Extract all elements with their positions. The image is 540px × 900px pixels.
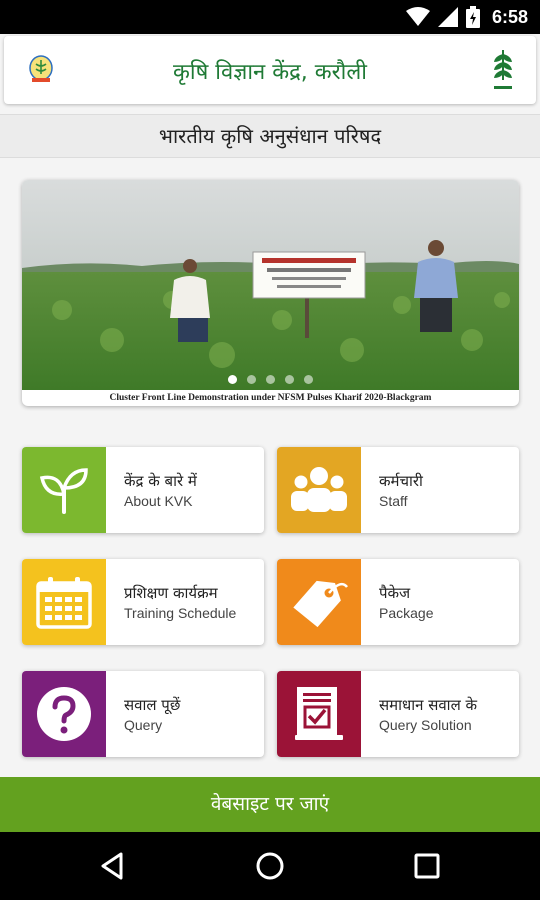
carousel-dot[interactable] — [304, 375, 313, 384]
tile-text: कर्मचारी Staff — [379, 471, 423, 511]
navigation-bar — [0, 832, 540, 900]
tile-label-hindi: केंद्र के बारे में — [124, 472, 197, 490]
subheader: भारतीय कृषि अनुसंधान परिषद — [0, 114, 540, 158]
tile-icon-box — [22, 447, 106, 533]
menu-tile-staff[interactable]: कर्मचारी Staff — [277, 447, 519, 533]
back-icon[interactable] — [97, 850, 129, 882]
tile-icon-box — [277, 559, 361, 645]
app-title: कृषि विज्ञान केंद्र, करौली — [172, 60, 367, 85]
wifi-icon — [405, 7, 430, 26]
home-icon[interactable] — [254, 850, 286, 882]
tile-text: केंद्र के बारे में About KVK — [124, 471, 197, 511]
carousel-dot[interactable] — [266, 375, 275, 384]
calendar-icon — [36, 577, 92, 629]
tag-icon — [293, 580, 348, 628]
tile-label-hindi: पैकेज — [379, 584, 411, 602]
carousel-dot[interactable] — [247, 375, 256, 384]
status-bar: 6:58 — [0, 0, 540, 34]
tile-text: प्रशिक्षण कार्यक्रम Training Schedule — [124, 583, 236, 623]
icar-logo-icon — [486, 46, 520, 89]
sprout-icon — [39, 468, 88, 514]
carousel-dot[interactable] — [228, 375, 237, 384]
carousel-indicator — [22, 375, 519, 384]
menu-tile-training-schedule[interactable]: प्रशिक्षण कार्यक्रम Training Schedule — [22, 559, 264, 645]
document-check-icon — [295, 687, 343, 740]
people-icon — [291, 467, 347, 512]
tile-icon-box — [277, 671, 361, 757]
signal-icon — [437, 7, 458, 27]
carousel-photo — [22, 180, 519, 390]
visit-website-button[interactable]: वेबसाइट पर जाएं — [0, 777, 540, 832]
image-carousel[interactable]: Cluster Front Line Demonstration under N… — [22, 180, 519, 406]
tile-text: पैकेज Package — [379, 583, 433, 623]
tile-label-english: Query — [124, 717, 163, 733]
status-icons: 6:58 — [405, 6, 528, 28]
tile-icon-box — [22, 559, 106, 645]
tile-label-hindi: सवाल पूछें — [124, 696, 181, 714]
tile-label-english: Package — [379, 605, 434, 621]
tile-label-english: Query Solution — [379, 717, 472, 733]
tile-label-english: About KVK — [124, 493, 193, 509]
tile-label-hindi: प्रशिक्षण कार्यक्रम — [124, 584, 218, 602]
tile-label-english: Training Schedule — [124, 605, 237, 621]
tile-text: सवाल पूछें Query — [124, 695, 180, 735]
menu-tile-query-solution[interactable]: समाधान सवाल के Query Solution — [277, 671, 519, 757]
subheader-title: भारतीय कृषि अनुसंधान परिषद — [158, 124, 382, 148]
menu-tile-package[interactable]: पैकेज Package — [277, 559, 519, 645]
recents-icon[interactable] — [411, 850, 443, 882]
tile-text: समाधान सवाल के Query Solution — [379, 695, 477, 735]
carousel-caption: Cluster Front Line Demonstration under N… — [109, 393, 432, 403]
status-time: 6:58 — [491, 6, 528, 27]
app-header: कृषि विज्ञान केंद्र, करौली — [4, 36, 536, 104]
kvk-logo-icon — [29, 55, 53, 82]
carousel-dot[interactable] — [285, 375, 294, 384]
menu-tile-query[interactable]: सवाल पूछें Query — [22, 671, 264, 757]
tile-icon-box — [22, 671, 106, 757]
tile-label-hindi: कर्मचारी — [379, 472, 423, 490]
question-icon — [37, 687, 91, 741]
tile-icon-box — [277, 447, 361, 533]
menu-tile-about-kvk[interactable]: केंद्र के बारे में About KVK — [22, 447, 264, 533]
battery-icon — [465, 6, 480, 28]
tile-label-hindi: समाधान सवाल के — [379, 696, 478, 714]
tile-label-english: Staff — [379, 493, 408, 509]
